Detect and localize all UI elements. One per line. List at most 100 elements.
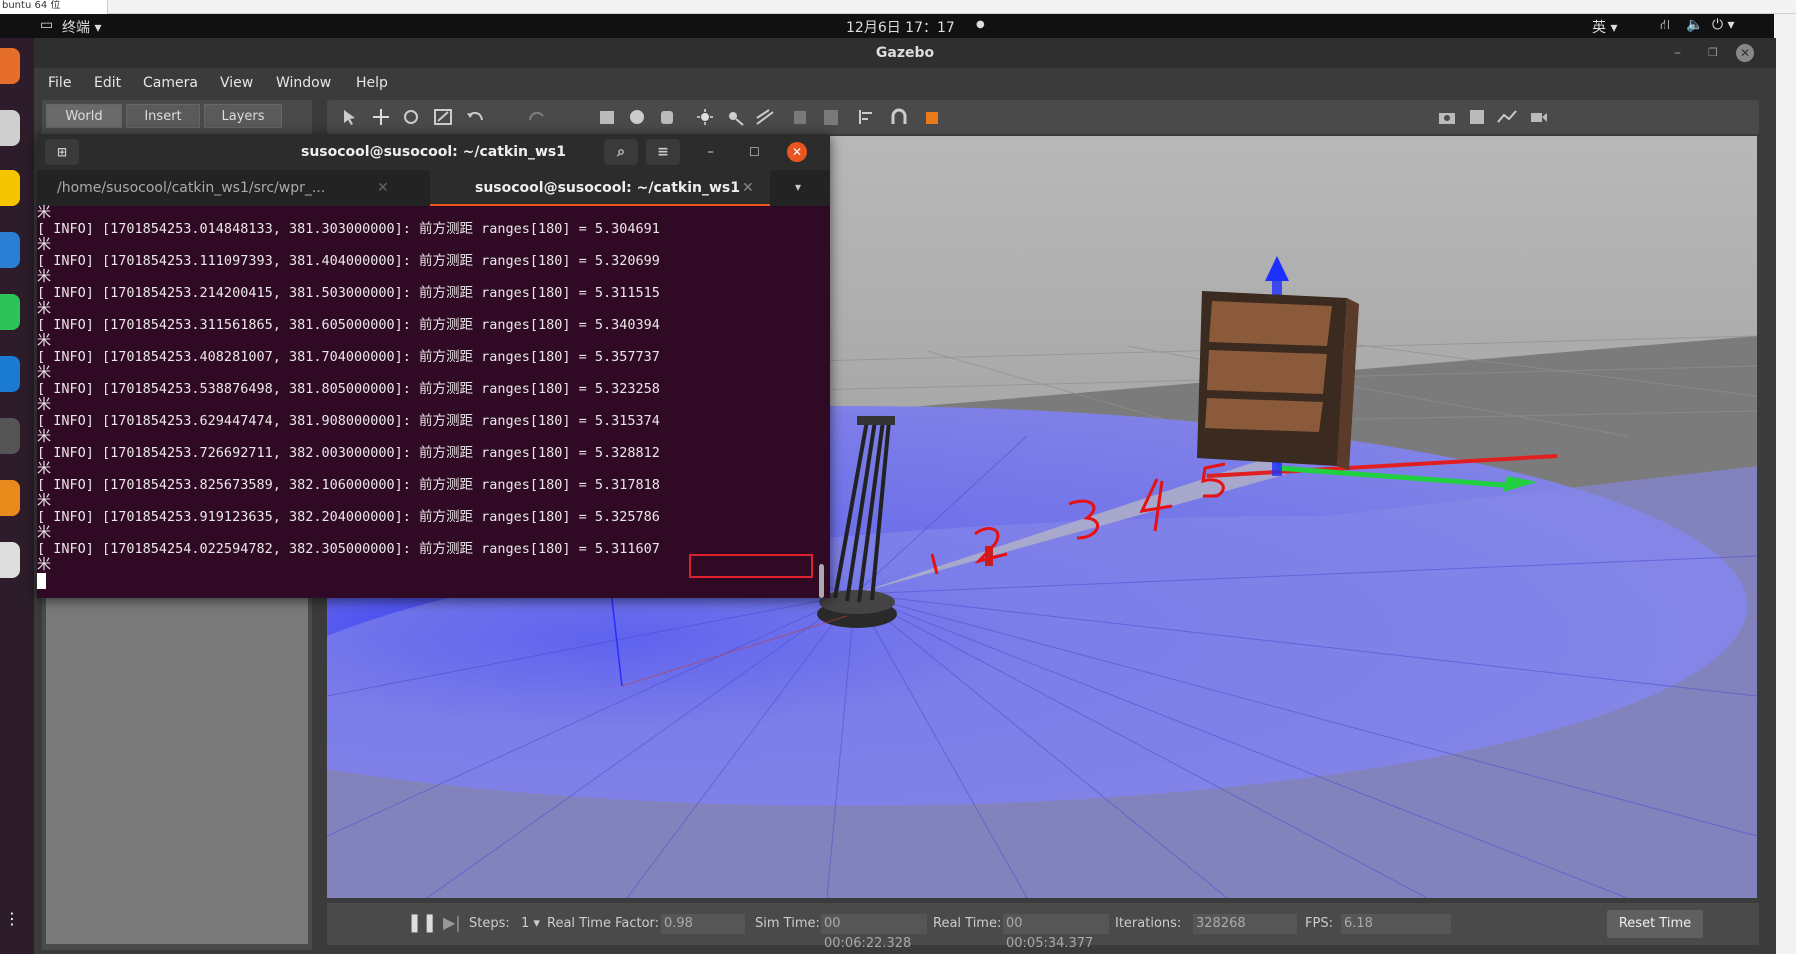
log-line: [ INFO] [1701854253.538876498, 381.80500… <box>37 381 660 397</box>
terminal-cursor <box>37 573 46 589</box>
screenshot-icon[interactable] <box>1437 108 1457 126</box>
log-line: [ INFO] [1701854253.726692711, 382.00300… <box>37 445 660 461</box>
host-vm-tab[interactable]: buntu 64 位 <box>0 0 108 14</box>
terminal-scrollbar[interactable] <box>819 564 824 598</box>
sphere-shape-icon[interactable] <box>627 108 647 126</box>
fps-field: 6.18 <box>1341 914 1451 934</box>
log-line: [ INFO] [1701854253.825673589, 382.10600… <box>37 477 660 493</box>
undo-icon[interactable] <box>465 108 485 126</box>
redo-icon[interactable] <box>527 108 547 126</box>
snap-icon[interactable] <box>889 108 909 126</box>
steps-spinner[interactable]: 1 ▾ <box>521 916 540 931</box>
wechat-icon[interactable] <box>0 294 20 330</box>
menu-window[interactable]: Window <box>276 75 331 91</box>
terminal-tab-2-label: susocool@susocool: ~/catkin_ws1 <box>475 180 741 196</box>
iterations-label: Iterations: <box>1115 916 1182 931</box>
log-marker: 米 <box>37 525 51 541</box>
disc-icon[interactable] <box>0 542 20 578</box>
align-icon[interactable] <box>857 108 877 126</box>
copy-icon[interactable] <box>791 108 811 126</box>
input-method-menu[interactable]: 英 ▾ <box>1592 17 1617 37</box>
volume-icon[interactable]: 🔈 <box>1686 17 1703 33</box>
terminal-maximize-icon[interactable]: ☐ <box>749 134 760 170</box>
spot-light-icon[interactable] <box>725 108 745 126</box>
log-marker: 米 <box>37 397 51 413</box>
log-icon[interactable] <box>1467 108 1487 126</box>
point-light-icon[interactable] <box>695 108 715 126</box>
menu-file[interactable]: File <box>48 75 71 91</box>
gazebo-titlebar: Gazebo – ❐ ✕ <box>34 38 1776 68</box>
tab-layers[interactable]: Layers <box>204 104 282 128</box>
clock[interactable]: 12月6日 17：17 <box>846 17 955 37</box>
menu-edit[interactable]: Edit <box>94 75 121 91</box>
log-line: [ INFO] [1701854253.408281007, 381.70400… <box>37 349 660 365</box>
log-line: [ INFO] [1701854253.214200415, 381.50300… <box>37 285 660 301</box>
tab-world[interactable]: World <box>46 104 122 128</box>
tab-overflow-icon[interactable]: ▾ <box>795 180 801 194</box>
change-view-icon[interactable] <box>923 108 943 126</box>
tab-2-close-icon[interactable]: ✕ <box>742 170 754 206</box>
steps-label: Steps: <box>469 916 510 931</box>
network-icon[interactable]: ⛙ <box>1660 17 1670 35</box>
restore-icon[interactable]: ❐ <box>1708 38 1718 68</box>
tab-1-close-icon[interactable]: ✕ <box>377 170 389 206</box>
gazebo-status-bar: ❚❚ ▶| Steps: 1 ▾ Real Time Factor: 0.98 … <box>327 903 1759 951</box>
terminal-close-icon[interactable]: ✕ <box>787 142 807 162</box>
menu-camera[interactable]: Camera <box>143 75 198 91</box>
cylinder-shape-icon[interactable] <box>657 108 677 126</box>
scale-mode-icon[interactable] <box>433 108 453 126</box>
menu-view[interactable]: View <box>220 75 253 91</box>
activities-app-menu[interactable]: 终端 ▾ <box>62 17 101 37</box>
log-line: [ INFO] [1701854253.919123635, 382.20400… <box>37 509 660 525</box>
reset-time-button[interactable]: Reset Time <box>1607 910 1703 938</box>
vscode-icon[interactable] <box>0 356 20 392</box>
log-marker: 米 <box>37 493 51 509</box>
fps-label: FPS: <box>1305 916 1333 931</box>
rhythmbox-icon[interactable] <box>0 170 20 206</box>
terminal-minimize-icon[interactable]: – <box>707 134 714 170</box>
files-icon[interactable] <box>0 110 20 146</box>
new-tab-button[interactable]: ⊞ <box>45 139 79 165</box>
box-shape-icon[interactable] <box>597 108 617 126</box>
log-line: [ INFO] [1701854253.311561865, 381.60500… <box>37 317 660 333</box>
new-tab-icon: ⊞ <box>56 145 68 159</box>
rtf-field: 0.98 <box>661 914 745 934</box>
rtf-label: Real Time Factor: <box>547 916 660 931</box>
translate-mode-icon[interactable] <box>371 108 391 126</box>
log-line: [ INFO] [1701854253.629447474, 381.90800… <box>37 413 660 429</box>
menu-button[interactable]: ≡ <box>646 139 680 165</box>
video-record-icon[interactable] <box>1529 108 1549 126</box>
terminal-dock-icon[interactable] <box>0 418 20 454</box>
hamburger-icon: ≡ <box>657 144 669 160</box>
terminal-output[interactable]: 米[ INFO] [1701854253.014848133, 381.3030… <box>37 206 830 598</box>
sim-time-label: Sim Time: <box>755 916 820 931</box>
menu-help[interactable]: Help <box>356 75 388 91</box>
log-marker: 米 <box>37 429 51 445</box>
tab-insert[interactable]: Insert <box>126 104 200 128</box>
step-icon[interactable]: ▶| <box>443 913 461 932</box>
real-time-field: 00 00:05:34.377 <box>1003 914 1109 951</box>
paste-icon[interactable] <box>821 108 841 126</box>
terminal-app-icon: ▭ <box>40 17 54 33</box>
search-button[interactable]: ⌕ <box>604 139 638 165</box>
close-icon[interactable]: ✕ <box>1736 44 1754 62</box>
log-marker: 米 <box>37 205 51 221</box>
plot-icon[interactable] <box>1497 108 1517 126</box>
terminal-tab-2[interactable]: susocool@susocool: ~/catkin_ws1 ✕ <box>430 170 770 206</box>
terminal-titlebar: ⊞ susocool@susocool: ~/catkin_ws1 ⌕ ≡ – … <box>37 134 830 170</box>
power-icon[interactable]: ⏻ ▾ <box>1712 17 1735 33</box>
software-icon[interactable] <box>0 480 20 516</box>
writer-icon[interactable] <box>0 232 20 268</box>
minimize-icon[interactable]: – <box>1674 38 1681 68</box>
log-line: [ INFO] [1701854253.111097393, 381.40400… <box>37 253 660 269</box>
terminal-tab-bar: /home/susocool/catkin_ws1/src/wpr_... ✕ … <box>37 170 830 206</box>
directional-light-icon[interactable] <box>755 108 775 126</box>
show-apps-icon[interactable]: ⋮ <box>4 911 20 944</box>
highlight-box <box>689 554 813 578</box>
select-mode-icon[interactable] <box>341 108 361 126</box>
pause-icon[interactable]: ❚❚ <box>407 912 437 933</box>
terminal-tab-1[interactable]: /home/susocool/catkin_ws1/src/wpr_... ✕ <box>57 170 417 206</box>
sim-time-field: 00 00:06:22.328 <box>821 914 927 951</box>
rotate-mode-icon[interactable] <box>401 108 421 126</box>
firefox-icon[interactable] <box>0 48 20 84</box>
